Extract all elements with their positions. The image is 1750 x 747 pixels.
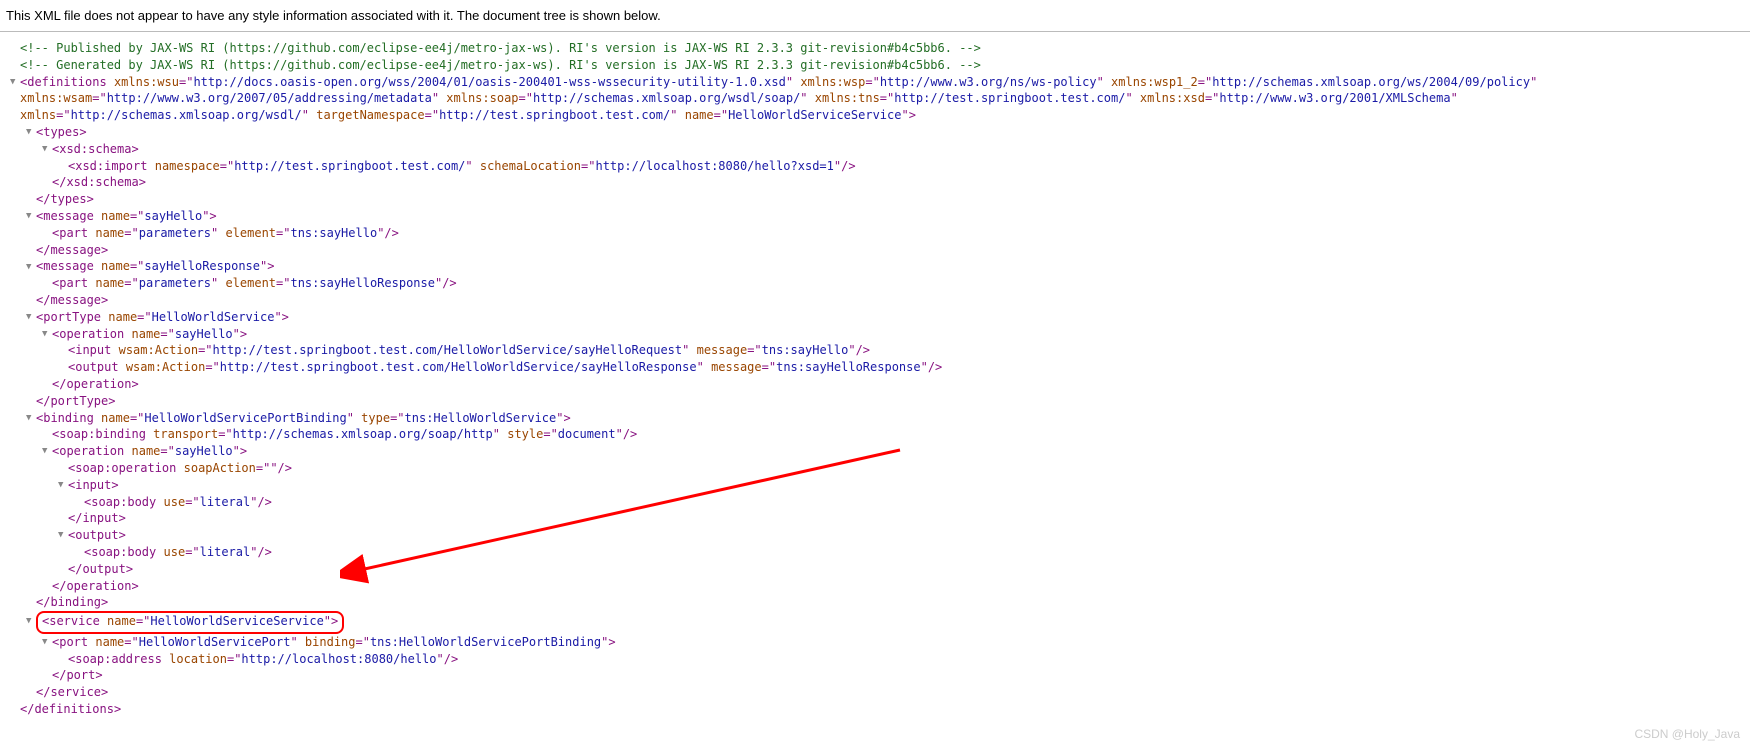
watermark-text: CSDN @Holy_Java <box>1634 727 1740 741</box>
input-open: ▼<input> <box>4 477 1746 494</box>
caret-icon[interactable]: ▼ <box>26 311 36 324</box>
message-open: ▼<message name="sayHello"> <box>4 208 1746 225</box>
types-open: ▼<types> <box>4 124 1746 141</box>
caret-icon[interactable]: ▼ <box>26 615 36 628</box>
soap-body: <soap:body use="literal"/> <box>4 494 1746 511</box>
port-close: </port> <box>4 667 1746 684</box>
highlight-annotation: <service name="HelloWorldServiceService"… <box>36 611 344 634</box>
service-open: ▼<service name="HelloWorldServiceService… <box>4 611 1746 634</box>
operation-close: </operation> <box>4 376 1746 393</box>
definitions-open: ▼<definitions xmlns:wsu="http://docs.oas… <box>4 74 1746 91</box>
porttype-close: </portType> <box>4 393 1746 410</box>
operation-open: ▼<operation name="sayHello"> <box>4 326 1746 343</box>
soap-binding: <soap:binding transport="http://schemas.… <box>4 426 1746 443</box>
porttype-open: ▼<portType name="HelloWorldService"> <box>4 309 1746 326</box>
caret-icon[interactable]: ▼ <box>26 261 36 274</box>
operation-input: <input wsam:Action="http://test.springbo… <box>4 342 1746 359</box>
binding-close: </binding> <box>4 594 1746 611</box>
xml-notice-header: This XML file does not appear to have an… <box>0 0 1750 32</box>
operation-output: <output wsam:Action="http://test.springb… <box>4 359 1746 376</box>
types-close: </types> <box>4 191 1746 208</box>
caret-icon[interactable]: ▼ <box>42 445 52 458</box>
schema-close: </xsd:schema> <box>4 174 1746 191</box>
output-close: </output> <box>4 561 1746 578</box>
operation-open: ▼<operation name="sayHello"> <box>4 443 1746 460</box>
part-element: <part name="parameters" element="tns:say… <box>4 225 1746 242</box>
xml-comment: <!-- Generated by JAX-WS RI (https://git… <box>4 57 1746 74</box>
soap-operation: <soap:operation soapAction=""/> <box>4 460 1746 477</box>
definitions-open-cont: xmlns="http://schemas.xmlsoap.org/wsdl/"… <box>4 107 1746 124</box>
caret-icon[interactable]: ▼ <box>58 479 68 492</box>
caret-icon[interactable]: ▼ <box>26 126 36 139</box>
xml-tree: <!-- Published by JAX-WS RI (https://git… <box>0 32 1750 726</box>
caret-icon[interactable]: ▼ <box>26 412 36 425</box>
soap-address: <soap:address location="http://localhost… <box>4 651 1746 668</box>
caret-icon[interactable]: ▼ <box>26 210 36 223</box>
xml-notice-text: This XML file does not appear to have an… <box>6 8 661 23</box>
caret-icon[interactable]: ▼ <box>58 529 68 542</box>
message-close: </message> <box>4 242 1746 259</box>
schema-open: ▼<xsd:schema> <box>4 141 1746 158</box>
binding-open: ▼<binding name="HelloWorldServicePortBin… <box>4 410 1746 427</box>
message-close: </message> <box>4 292 1746 309</box>
xml-comment: <!-- Published by JAX-WS RI (https://git… <box>4 40 1746 57</box>
part-element: <part name="parameters" element="tns:say… <box>4 275 1746 292</box>
caret-icon[interactable]: ▼ <box>42 143 52 156</box>
soap-body: <soap:body use="literal"/> <box>4 544 1746 561</box>
service-close: </service> <box>4 684 1746 701</box>
definitions-open-cont: xmlns:wsam="http://www.w3.org/2007/05/ad… <box>4 90 1746 107</box>
port-open: ▼<port name="HelloWorldServicePort" bind… <box>4 634 1746 651</box>
output-open: ▼<output> <box>4 527 1746 544</box>
caret-icon[interactable]: ▼ <box>42 636 52 649</box>
message-open: ▼<message name="sayHelloResponse"> <box>4 258 1746 275</box>
caret-icon[interactable]: ▼ <box>42 328 52 341</box>
operation-close: </operation> <box>4 578 1746 595</box>
caret-icon[interactable]: ▼ <box>10 76 20 89</box>
input-close: </input> <box>4 510 1746 527</box>
definitions-close: </definitions> <box>4 701 1746 718</box>
xsd-import: <xsd:import namespace="http://test.sprin… <box>4 158 1746 175</box>
